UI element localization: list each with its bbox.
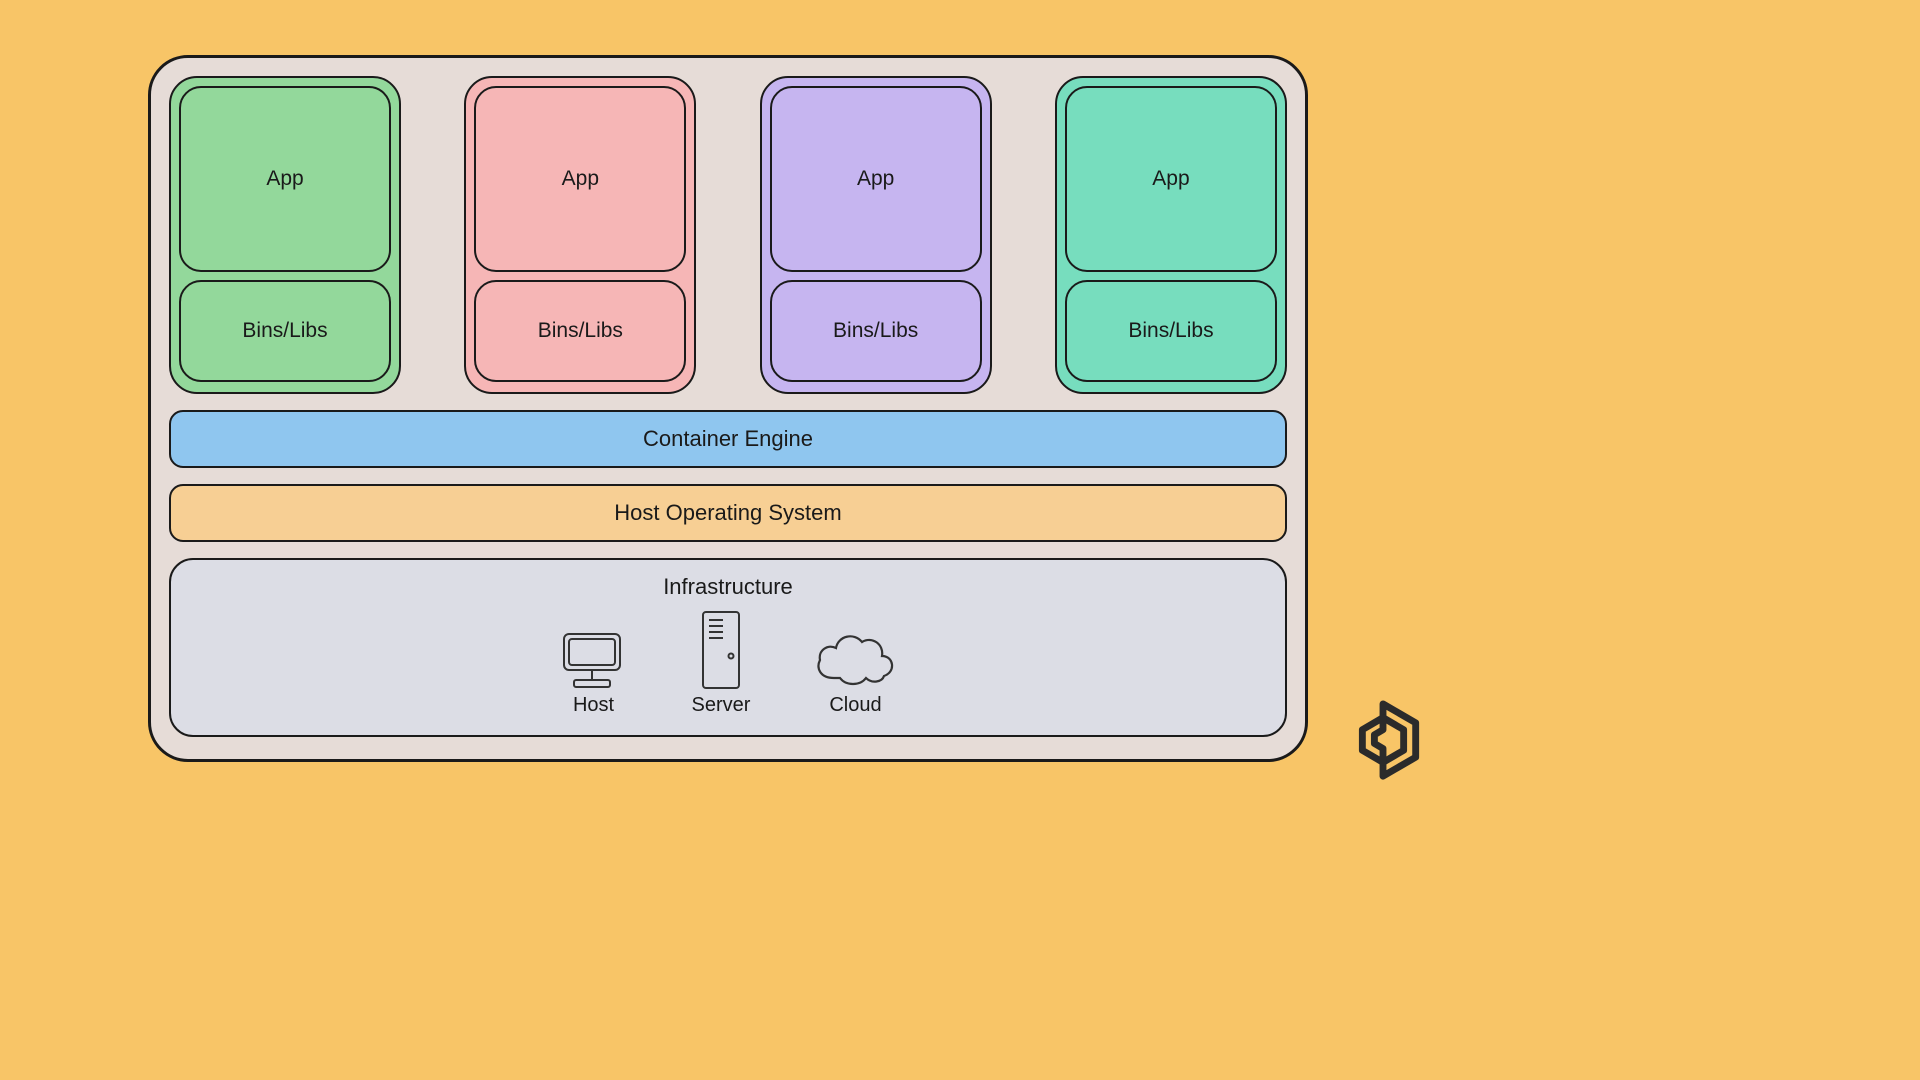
app-box: App bbox=[474, 86, 686, 272]
bins-libs-box: Bins/Libs bbox=[770, 280, 982, 382]
app-box: App bbox=[1065, 86, 1277, 272]
infra-item-host: Host bbox=[556, 630, 632, 717]
infra-label: Host bbox=[573, 694, 614, 717]
server-icon bbox=[699, 610, 743, 690]
app-box: App bbox=[770, 86, 982, 272]
host-os-layer: Host Operating System bbox=[169, 484, 1287, 542]
host-icon bbox=[556, 630, 632, 690]
cloud-icon bbox=[810, 626, 900, 690]
architecture-diagram: App Bins/Libs App Bins/Libs App Bins/Lib… bbox=[148, 55, 1308, 762]
infra-item-cloud: Cloud bbox=[810, 626, 900, 717]
app-box: App bbox=[179, 86, 391, 272]
container-4: App Bins/Libs bbox=[1055, 76, 1287, 394]
infrastructure-title: Infrastructure bbox=[663, 574, 793, 600]
container-2: App Bins/Libs bbox=[464, 76, 696, 394]
infra-item-server: Server bbox=[692, 610, 751, 717]
bins-libs-box: Bins/Libs bbox=[179, 280, 391, 382]
container-engine-layer: Container Engine bbox=[169, 410, 1287, 468]
infrastructure-icons: Host Server Cloud bbox=[556, 610, 901, 717]
infra-label: Cloud bbox=[829, 694, 881, 717]
infra-label: Server bbox=[692, 694, 751, 717]
container-3: App Bins/Libs bbox=[760, 76, 992, 394]
container-1: App Bins/Libs bbox=[169, 76, 401, 394]
bins-libs-box: Bins/Libs bbox=[474, 280, 686, 382]
bins-libs-box: Bins/Libs bbox=[1065, 280, 1277, 382]
infrastructure-layer: Infrastructure Host bbox=[169, 558, 1287, 737]
containers-row: App Bins/Libs App Bins/Libs App Bins/Lib… bbox=[169, 76, 1287, 394]
brand-logo-icon bbox=[1340, 697, 1426, 788]
